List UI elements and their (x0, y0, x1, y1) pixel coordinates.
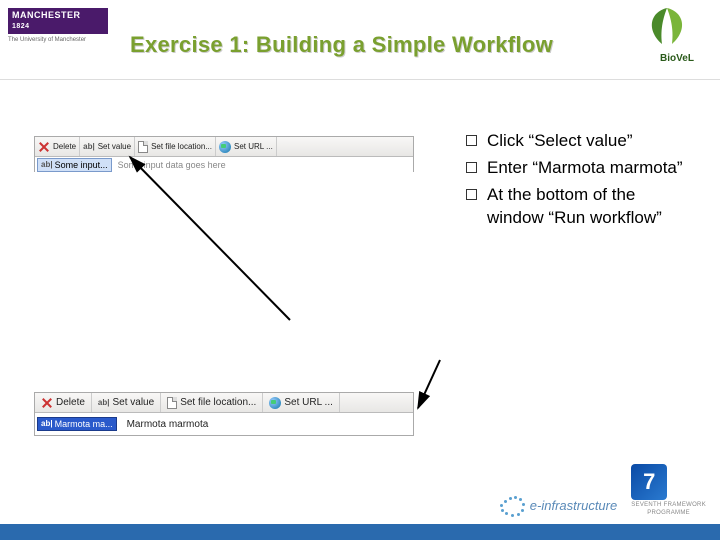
footer-logos: e-infrastructure 7 SEVENTH FRAMEWORK PRO… (498, 464, 706, 516)
manchester-logo-year: 1824 (12, 23, 30, 30)
globe-icon (269, 397, 281, 409)
text-icon: ab| (41, 418, 53, 430)
list-item: Enter “Marmota marmota” (466, 157, 696, 180)
set-url-label: Set URL ... (234, 142, 273, 151)
set-url-button[interactable]: Set URL ... (263, 393, 340, 412)
seventh-framework-label: SEVENTH FRAMEWORK (631, 502, 706, 508)
seventh-framework-icon: 7 (631, 464, 667, 500)
checkbox-icon (466, 189, 477, 200)
list-item: Click “Select value” (466, 130, 696, 153)
instructions-list: Click “Select value” Enter “Marmota marm… (466, 130, 696, 234)
input-value: Marmota marmota (119, 419, 209, 430)
instruction-text: Click “Select value” (487, 130, 633, 153)
input-port-tag[interactable]: ab|Marmota ma... (37, 417, 117, 431)
manchester-logo: MANCHESTER 1824 The University of Manche… (8, 8, 108, 64)
input-row: ab|Some input... Some input data goes he… (35, 157, 413, 173)
list-item: At the bottom of the window “Run workflo… (466, 184, 696, 230)
biovel-logo-text: BioVeL (660, 53, 694, 64)
toolbar: Delete ab|Set value Set file location...… (35, 393, 413, 413)
globe-icon (219, 141, 231, 153)
set-value-button[interactable]: ab|Set value (80, 137, 135, 156)
input-placeholder: Some input data goes here (114, 160, 226, 170)
set-file-label: Set file location... (180, 397, 256, 408)
annotation-arrows (0, 0, 720, 540)
checkbox-icon (466, 162, 477, 173)
input-port-tag[interactable]: ab|Some input... (37, 158, 112, 172)
delete-button[interactable]: Delete (35, 137, 80, 156)
toolbar: Delete ab|Set value Set file location...… (35, 137, 413, 157)
slide-title: Exercise 1: Building a Simple Workflow (130, 32, 553, 58)
set-file-button[interactable]: Set file location... (135, 137, 216, 156)
workflow-panel-before: Delete ab|Set value Set file location...… (34, 136, 414, 172)
input-port-label: Marmota ma... (55, 419, 113, 429)
text-icon: ab| (41, 159, 53, 171)
delete-icon (38, 141, 50, 153)
text-icon: ab| (83, 141, 95, 153)
seventh-framework-programme: PROGRAMME (631, 510, 706, 516)
checkbox-icon (466, 135, 477, 146)
delete-label: Delete (56, 397, 85, 408)
slide-header: MANCHESTER 1824 The University of Manche… (0, 0, 720, 80)
set-file-button[interactable]: Set file location... (161, 393, 263, 412)
manchester-logo-title: MANCHESTER (12, 10, 81, 20)
set-value-label: Set value (98, 142, 131, 151)
footer-bar (0, 524, 720, 540)
seven-digit: 7 (643, 469, 655, 495)
set-url-button[interactable]: Set URL ... (216, 137, 277, 156)
delete-button[interactable]: Delete (35, 393, 92, 412)
set-value-label: Set value (112, 397, 154, 408)
dots-icon (498, 494, 524, 516)
leaf-icon (642, 6, 692, 46)
seventh-framework-logo: 7 SEVENTH FRAMEWORK PROGRAMME (631, 464, 706, 516)
e-infrastructure-logo: e-infrastructure (498, 494, 617, 516)
text-icon: ab| (98, 397, 110, 409)
set-value-button[interactable]: ab|Set value (92, 393, 161, 412)
instruction-text: Enter “Marmota marmota” (487, 157, 683, 180)
file-icon (138, 141, 148, 153)
instruction-text: At the bottom of the window “Run workflo… (487, 184, 696, 230)
workflow-panel-after: Delete ab|Set value Set file location...… (34, 392, 414, 436)
manchester-logo-sub: The University of Manchester (8, 37, 108, 43)
set-file-label: Set file location... (151, 142, 212, 151)
input-port-label: Some input... (55, 160, 108, 170)
biovel-logo: BioVeL (642, 6, 712, 68)
e-infrastructure-text: e-infrastructure (530, 498, 617, 513)
delete-icon (41, 397, 53, 409)
input-row: ab|Marmota ma... Marmota marmota (35, 413, 413, 435)
delete-label: Delete (53, 142, 76, 151)
set-url-label: Set URL ... (284, 397, 333, 408)
file-icon (167, 397, 177, 409)
